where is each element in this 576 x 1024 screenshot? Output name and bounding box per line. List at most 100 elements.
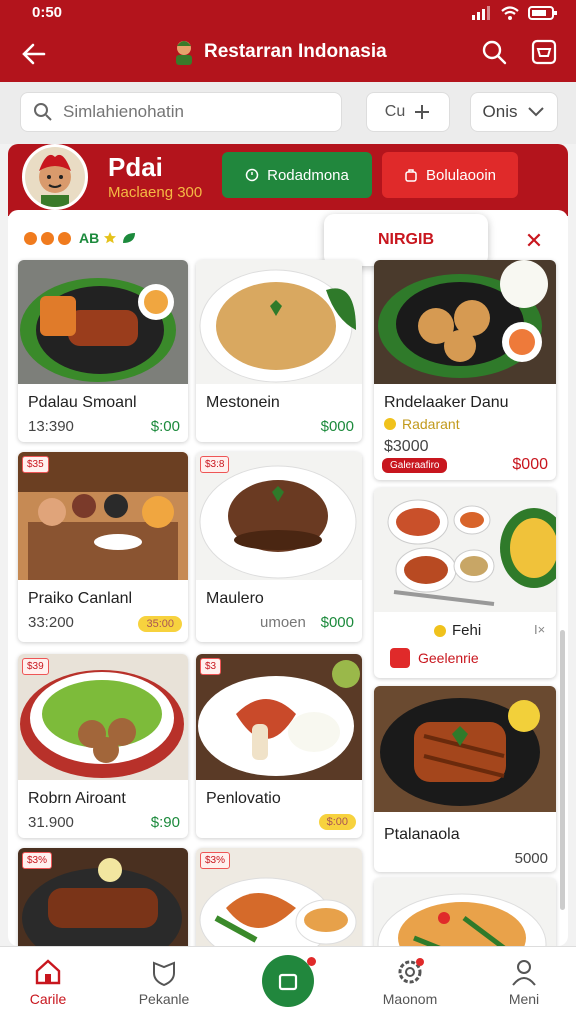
signal-icon <box>472 6 490 20</box>
green-action-button[interactable]: Rodadmona <box>222 152 372 198</box>
card-name: Praiko Canlanl <box>28 590 133 607</box>
card-price: umoen <box>260 614 306 631</box>
bag-icon <box>405 169 417 182</box>
menu-card[interactable]: Ptalanaola 5000 <box>374 686 556 872</box>
status-time: 0:50 <box>32 4 63 21</box>
star-icon <box>104 232 117 244</box>
menu-card[interactable]: Pdalau Smoanl 13:390 $:00 <box>18 260 188 442</box>
popup-label[interactable]: NIRGIB <box>324 214 488 266</box>
menu-card[interactable]: Rndelaaker Danu Radarant $3000 Galeraafi… <box>374 260 556 480</box>
card-price: $3000 <box>384 438 429 455</box>
food-image <box>196 654 362 780</box>
coin-icon <box>384 418 396 430</box>
scrollbar[interactable] <box>560 630 565 910</box>
restaurant-name: Pdai <box>108 152 163 182</box>
card-name: Mestonein <box>206 394 280 411</box>
person-icon <box>512 960 536 986</box>
rating-dot <box>41 231 54 245</box>
menu-card[interactable]: Mestonein $000 <box>196 260 362 442</box>
status-icons <box>470 5 558 21</box>
notification-dot <box>307 957 316 966</box>
price-tag: $3% <box>200 852 231 869</box>
nav-menu[interactable]: Pekanle <box>124 957 204 1007</box>
clock-icon <box>245 168 259 182</box>
menu-card[interactable]: $39 Robrn Airoant 31.900 $:90 <box>18 654 188 838</box>
rating-dot <box>24 231 37 245</box>
nav-home-label: Carile <box>29 991 67 1007</box>
card-subtitle: Radarant <box>384 416 460 432</box>
app-title: Restarran Indonasia <box>172 38 387 66</box>
plus-icon <box>415 105 430 119</box>
card-price: 31.900 <box>28 814 74 831</box>
menu-card[interactable]: $35 Praiko Canlanl 33:200 35:00 <box>18 452 188 642</box>
search-input[interactable] <box>63 102 323 122</box>
coin-icon <box>434 624 446 637</box>
close-icon[interactable]: I× <box>534 622 545 637</box>
green-button-label: Rodadmona <box>267 166 349 184</box>
sort-label: Onis <box>482 102 518 121</box>
food-image <box>374 488 556 612</box>
menu-panel: AB NIRGIB ✕ Pdalau Smoanl 13:390 $:00 $3… <box>8 210 568 946</box>
card-subtitle-text: Geelenrie <box>418 650 479 666</box>
badge-text: AB <box>79 230 100 246</box>
nav-profile[interactable]: Meni <box>484 957 564 1007</box>
app-bar: Restarran Indonasia <box>0 26 576 82</box>
search-icon <box>34 103 52 121</box>
card-price-alt: $000 <box>320 614 354 631</box>
food-image <box>196 260 362 384</box>
cart-icon[interactable] <box>530 38 558 66</box>
home-icon <box>35 959 61 985</box>
menu-card[interactable]: $3% <box>18 848 188 946</box>
status-bar: 0:50 <box>0 0 576 26</box>
price-tag: $35 <box>22 456 49 473</box>
card-price: 33:200 <box>28 614 74 631</box>
avatar[interactable] <box>22 144 88 210</box>
chef-logo-icon <box>176 41 192 65</box>
red-action-button[interactable]: Bolulaooin <box>382 152 518 198</box>
price-tag: $3 <box>200 658 222 675</box>
card-subtitle-text: Radarant <box>402 416 460 432</box>
menu-card[interactable]: $3% <box>196 848 362 946</box>
menu-card[interactable]: Fehi I× Geelenrie <box>374 488 556 678</box>
card-price-alt: $:90 <box>150 814 180 831</box>
search-icon[interactable] <box>480 38 508 66</box>
menu-card[interactable]: $3:8 Maulero umoen $000 <box>196 452 362 642</box>
sort-dropdown[interactable]: Onis <box>470 92 558 132</box>
restaurant-subtitle: Maclaeng 300 <box>108 184 203 201</box>
card-subtitle: Geelenrie <box>390 648 479 668</box>
nav-settings-label: Maonom <box>382 991 438 1007</box>
rating-dot <box>58 231 71 245</box>
gear-icon <box>398 958 424 984</box>
nav-home[interactable]: Carile <box>8 957 88 1007</box>
search-box[interactable] <box>20 92 342 132</box>
food-image <box>374 686 556 812</box>
chevron-down-icon <box>528 107 545 117</box>
card-name-text: Fehi <box>452 622 482 639</box>
menu-card[interactable] <box>374 878 556 946</box>
price-tag: $39 <box>22 658 49 675</box>
search-row: Cu Onis <box>0 82 576 144</box>
close-icon[interactable]: ✕ <box>522 228 546 253</box>
nav-menu-label: Pekanle <box>138 991 190 1007</box>
card-price-alt: $000 <box>512 456 548 473</box>
avatar-image <box>25 147 85 207</box>
food-image <box>18 260 188 384</box>
card-name: Fehi <box>434 622 481 639</box>
leaf-icon <box>123 233 136 243</box>
bag-icon <box>390 648 410 668</box>
price-tag: $3:8 <box>200 456 230 473</box>
nav-profile-label: Meni <box>508 991 540 1007</box>
restaurant-header: Pdai Maclaeng 300 Rodadmona Bolulaooin <box>8 144 568 216</box>
rating-row: AB <box>24 230 137 246</box>
back-arrow-icon[interactable] <box>18 38 50 70</box>
menu-card[interactable]: $3 Penlovatio $:00 <box>196 654 362 838</box>
card-red-pill: Galeraafiro <box>382 458 448 473</box>
card-price-alt: $000 <box>320 418 354 435</box>
app-title-text: Restarran Indonasia <box>204 41 387 62</box>
center-fab[interactable] <box>262 955 316 1007</box>
filter-button[interactable]: Cu <box>366 92 450 132</box>
price-tag: $3% <box>22 852 53 869</box>
nav-settings[interactable]: Maonom <box>370 957 450 1007</box>
red-button-label: Bolulaooin <box>425 166 497 184</box>
card-name: Pdalau Smoanl <box>28 394 137 411</box>
